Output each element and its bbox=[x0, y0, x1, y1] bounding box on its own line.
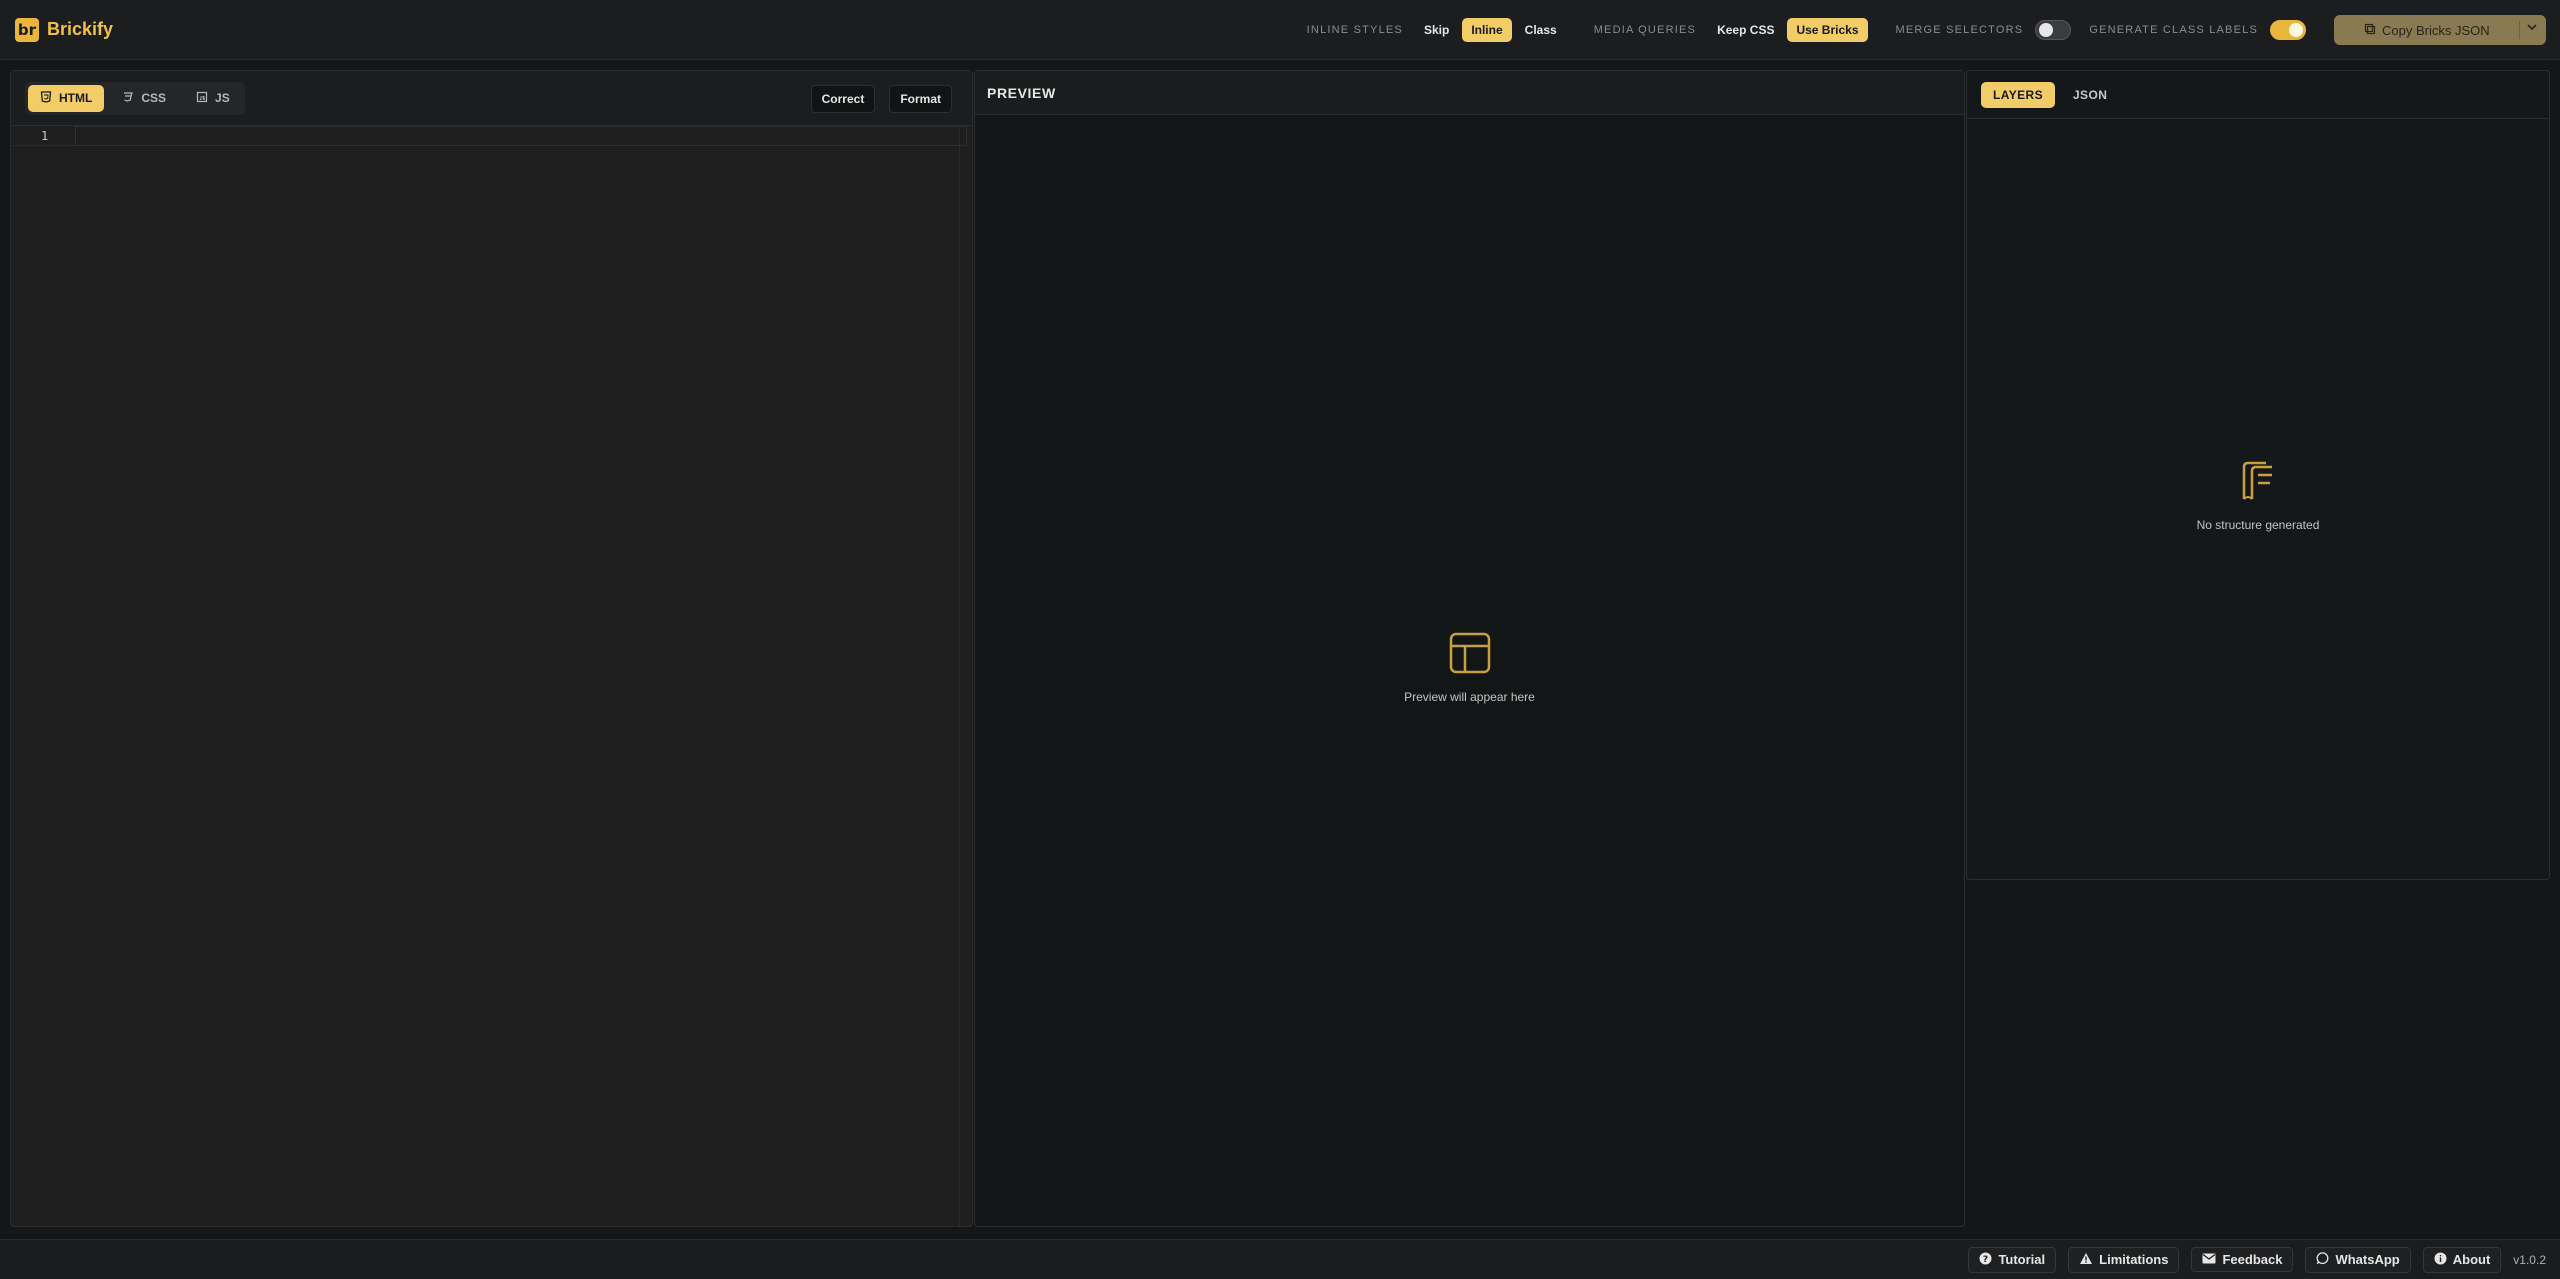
merge-selectors-toggle[interactable] bbox=[2035, 20, 2072, 40]
line-number: 1 bbox=[41, 129, 49, 143]
tab-js-label: JS bbox=[215, 91, 230, 105]
logo[interactable]: br Brickify bbox=[15, 17, 114, 42]
tutorial-label: Tutorial bbox=[1998, 1252, 2046, 1267]
logo-badge: br bbox=[15, 17, 39, 42]
generate-class-labels-group: GENERATE CLASS LABELS bbox=[2089, 20, 2306, 40]
tab-html-label: HTML bbox=[59, 91, 93, 105]
merge-selectors-group: MERGE SELECTORS bbox=[1896, 20, 2072, 40]
feedback-label: Feedback bbox=[2222, 1252, 2283, 1267]
active-line-highlight bbox=[75, 126, 967, 146]
media-queries-label: MEDIA QUERIES bbox=[1593, 24, 1697, 36]
chevron-down-icon[interactable] bbox=[2526, 21, 2538, 36]
layers-empty-text: No structure generated bbox=[2196, 518, 2320, 532]
editor-scrollbar[interactable] bbox=[959, 126, 960, 1226]
structure-icon bbox=[2238, 459, 2278, 508]
inline-styles-inline-button[interactable]: Inline bbox=[1462, 18, 1512, 42]
preview-empty-text: Preview will appear here bbox=[1404, 690, 1535, 704]
tab-js[interactable]: JS bbox=[184, 85, 242, 112]
info-circle-icon bbox=[2434, 1252, 2447, 1268]
copy-bricks-json-label: Copy Bricks JSON bbox=[2382, 22, 2490, 38]
tab-html[interactable]: HTML bbox=[28, 84, 105, 112]
footer: ? Tutorial Limitations Feedback WhatsApp… bbox=[0, 1239, 2560, 1279]
inline-styles-label: INLINE STYLES bbox=[1306, 24, 1403, 36]
feedback-button[interactable]: Feedback bbox=[2191, 1247, 2294, 1272]
html5-icon bbox=[40, 90, 52, 106]
top-bar: br Brickify INLINE STYLES Skip Inline Cl… bbox=[0, 0, 2560, 60]
editor-header: HTML CSS JS Correct Format bbox=[11, 71, 972, 126]
css3-icon bbox=[122, 91, 134, 106]
correct-button[interactable]: Correct bbox=[810, 85, 876, 113]
media-queries-keep-css-button[interactable]: Keep CSS bbox=[1708, 18, 1783, 42]
about-label: About bbox=[2452, 1252, 2491, 1267]
format-button[interactable]: Format bbox=[889, 85, 952, 113]
inline-styles-group: INLINE STYLES Skip Inline Class bbox=[1307, 18, 1566, 42]
preview-empty-state: Preview will appear here bbox=[975, 631, 1964, 704]
layout-icon bbox=[1448, 631, 1492, 680]
copy-button-separator bbox=[2519, 21, 2520, 39]
tutorial-button[interactable]: ? Tutorial bbox=[1968, 1246, 2057, 1273]
generate-class-labels-toggle[interactable] bbox=[2270, 20, 2306, 40]
about-button[interactable]: About bbox=[2422, 1246, 2502, 1273]
tab-json[interactable]: JSON bbox=[2061, 82, 2119, 108]
generate-class-labels-label: GENERATE CLASS LABELS bbox=[2089, 24, 2258, 36]
limitations-label: Limitations bbox=[2099, 1252, 2169, 1267]
merge-selectors-label: MERGE SELECTORS bbox=[1895, 24, 2024, 36]
tab-css[interactable]: CSS bbox=[110, 85, 178, 112]
media-queries-group: MEDIA QUERIES Keep CSS Use Bricks bbox=[1594, 18, 1868, 42]
js-icon bbox=[196, 91, 208, 106]
warning-icon bbox=[2079, 1252, 2093, 1268]
media-queries-use-bricks-button[interactable]: Use Bricks bbox=[1787, 18, 1868, 42]
layers-panel: LAYERS JSON No structure generated bbox=[1966, 70, 2550, 880]
app-name: Brickify bbox=[47, 19, 114, 39]
toggle-knob bbox=[2039, 23, 2054, 37]
inline-styles-class-button[interactable]: Class bbox=[1516, 18, 1566, 42]
envelope-icon bbox=[2202, 1253, 2216, 1267]
preview-panel: PREVIEW Preview will appear here bbox=[974, 70, 1965, 1227]
layers-empty-state: No structure generated bbox=[1967, 459, 2549, 532]
limitations-button[interactable]: Limitations bbox=[2068, 1246, 2180, 1273]
whatsapp-icon bbox=[2316, 1251, 2329, 1268]
tab-layers[interactable]: LAYERS bbox=[1981, 81, 2055, 108]
editor-tabs: HTML CSS JS bbox=[25, 81, 245, 115]
code-editor-panel: HTML CSS JS Correct Format 1 bbox=[10, 70, 973, 1227]
inline-styles-skip-button[interactable]: Skip bbox=[1415, 18, 1458, 42]
toggle-knob bbox=[2289, 23, 2303, 37]
layers-header: LAYERS JSON bbox=[1967, 71, 2549, 119]
preview-title: PREVIEW bbox=[987, 84, 1056, 101]
svg-text:?: ? bbox=[1983, 1255, 1988, 1265]
question-circle-icon: ? bbox=[1979, 1252, 1992, 1268]
editor-actions: Correct Format bbox=[810, 85, 952, 113]
copy-icon bbox=[2364, 23, 2376, 38]
inline-styles-segmented: Skip Inline Class bbox=[1415, 18, 1566, 42]
copy-bricks-json-button[interactable]: Copy Bricks JSON bbox=[2334, 15, 2546, 45]
code-line: 1 bbox=[11, 126, 967, 146]
preview-header: PREVIEW bbox=[975, 71, 1964, 115]
code-area[interactable]: 1 bbox=[11, 126, 972, 1226]
whatsapp-button[interactable]: WhatsApp bbox=[2305, 1246, 2411, 1273]
top-controls: INLINE STYLES Skip Inline Class MEDIA QU… bbox=[1307, 0, 2560, 60]
media-queries-segmented: Keep CSS Use Bricks bbox=[1708, 18, 1868, 42]
version-label: v1.0.2 bbox=[2513, 1252, 2546, 1267]
tab-css-label: CSS bbox=[141, 91, 167, 105]
whatsapp-label: WhatsApp bbox=[2335, 1252, 2400, 1267]
